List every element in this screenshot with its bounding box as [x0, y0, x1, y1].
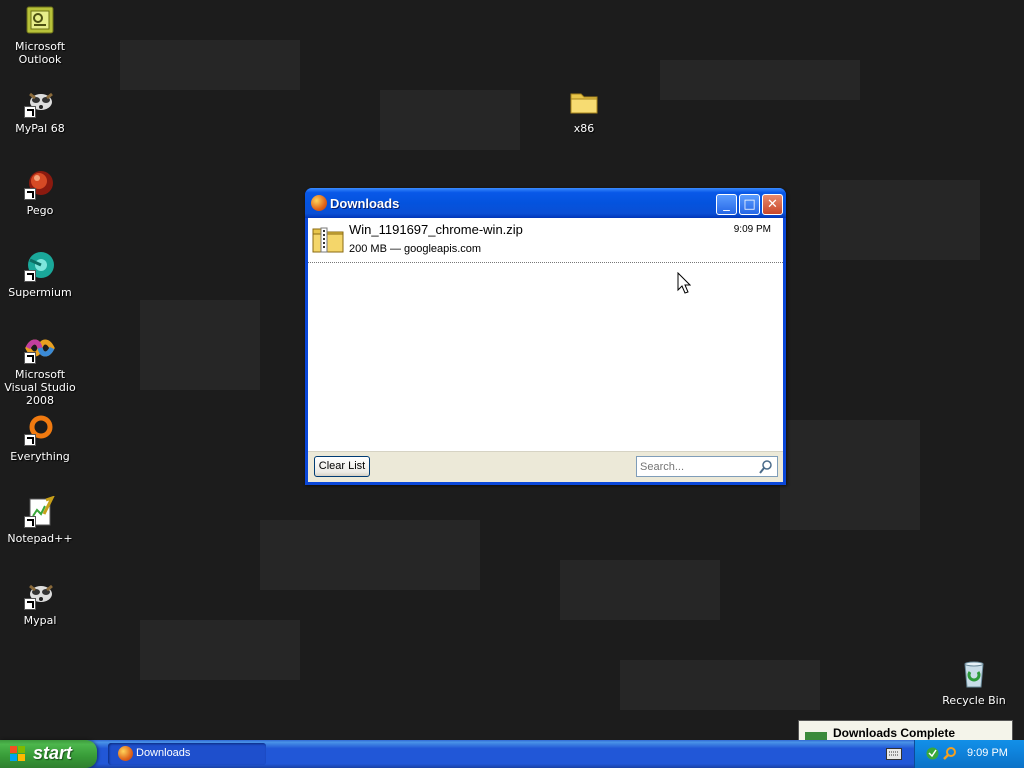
start-button[interactable]: start	[0, 740, 97, 768]
minimize-button[interactable]: _	[716, 194, 737, 215]
network-icon[interactable]	[925, 746, 940, 761]
mouse-cursor-icon	[677, 272, 691, 294]
search-icon[interactable]	[758, 459, 774, 475]
window-titlebar[interactable]: Downloads _ □ ✕	[305, 188, 786, 218]
visual-studio-icon	[24, 332, 56, 364]
notification-title: Downloads Complete	[833, 726, 956, 740]
pego-icon	[24, 168, 56, 200]
desktop-icon-label: MyPal 68	[15, 122, 65, 135]
firefox-icon	[311, 195, 327, 211]
recycle-bin-icon	[958, 658, 990, 690]
clear-list-button[interactable]: Clear List	[314, 456, 370, 477]
desktop-icon-label: Everything	[10, 450, 70, 463]
firefox-icon	[118, 746, 133, 761]
close-button[interactable]: ✕	[762, 194, 783, 215]
desktop-icon-label: Notepad++	[7, 532, 73, 545]
desktop-icon-label: Pego	[26, 204, 54, 217]
desktop-icon-label: Recycle Bin	[942, 694, 1006, 707]
desktop-icon-mypal-68[interactable]: MyPal 68	[0, 86, 80, 135]
folder-icon	[568, 86, 600, 118]
keyboard-icon[interactable]	[886, 748, 902, 760]
downloads-complete-notification[interactable]: Downloads Complete	[798, 720, 1013, 740]
notepadpp-icon	[24, 496, 56, 528]
desktop-icon-mypal[interactable]: Mypal	[0, 578, 80, 627]
desktop-icon-label: Mypal	[23, 614, 57, 627]
window-title: Downloads	[330, 196, 400, 211]
desktop-icon-label: Supermium	[8, 286, 72, 299]
desktop-icon-microsoft-outlook[interactable]: Microsoft Outlook	[0, 4, 80, 66]
desktop-icon-notepadpp[interactable]: Notepad++	[0, 496, 80, 545]
search-input[interactable]	[640, 459, 752, 474]
outlook-icon	[24, 4, 56, 36]
window-footer: Clear List	[308, 451, 783, 482]
desktop-icon-label: x86	[573, 122, 595, 135]
desktop-icon-pego[interactable]: Pego	[0, 168, 80, 217]
windows-flag-icon	[10, 746, 26, 762]
search-icon[interactable]	[943, 746, 958, 761]
desktop-icon-recycle-bin[interactable]: Recycle Bin	[934, 658, 1014, 707]
desktop-icon-label: Microsoft Visual Studio 2008	[4, 368, 76, 407]
downloads-window: Downloads _ □ ✕ Win_1191697_chrome-win.z…	[305, 188, 786, 485]
search-field[interactable]	[636, 456, 778, 477]
mypal-icon	[24, 578, 56, 610]
taskbar-item-downloads[interactable]: Downloads	[108, 743, 266, 765]
taskbar: start Downloads 9:09 PM	[0, 740, 1024, 768]
mypal-icon	[24, 86, 56, 118]
notification-icon	[805, 732, 827, 740]
desktop-icon-everything[interactable]: Everything	[0, 414, 80, 463]
download-filename: Win_1191697_chrome-win.zip	[349, 222, 523, 237]
clock[interactable]: 9:09 PM	[967, 747, 1008, 759]
supermium-icon	[24, 250, 56, 282]
taskbar-item-label: Downloads	[136, 747, 191, 759]
desktop-icon-x86-folder[interactable]: x86	[544, 86, 624, 135]
download-info: 200 MB — googleapis.com	[349, 243, 482, 255]
desktop-icon-supermium[interactable]: Supermium	[0, 250, 80, 299]
everything-icon	[24, 414, 56, 446]
maximize-button[interactable]: □	[739, 194, 760, 215]
desktop-icon-label: Microsoft Outlook	[14, 40, 66, 66]
start-label: start	[33, 743, 73, 763]
download-time: 9:09 PM	[733, 224, 771, 235]
download-item[interactable]: Win_1191697_chrome-win.zip 200 MB — goog…	[308, 218, 783, 263]
zip-file-icon	[312, 227, 344, 253]
system-tray: 9:09 PM	[914, 740, 1024, 768]
downloads-list: Win_1191697_chrome-win.zip 200 MB — goog…	[308, 218, 783, 482]
desktop-icon-visual-studio-2008[interactable]: Microsoft Visual Studio 2008	[0, 332, 80, 407]
